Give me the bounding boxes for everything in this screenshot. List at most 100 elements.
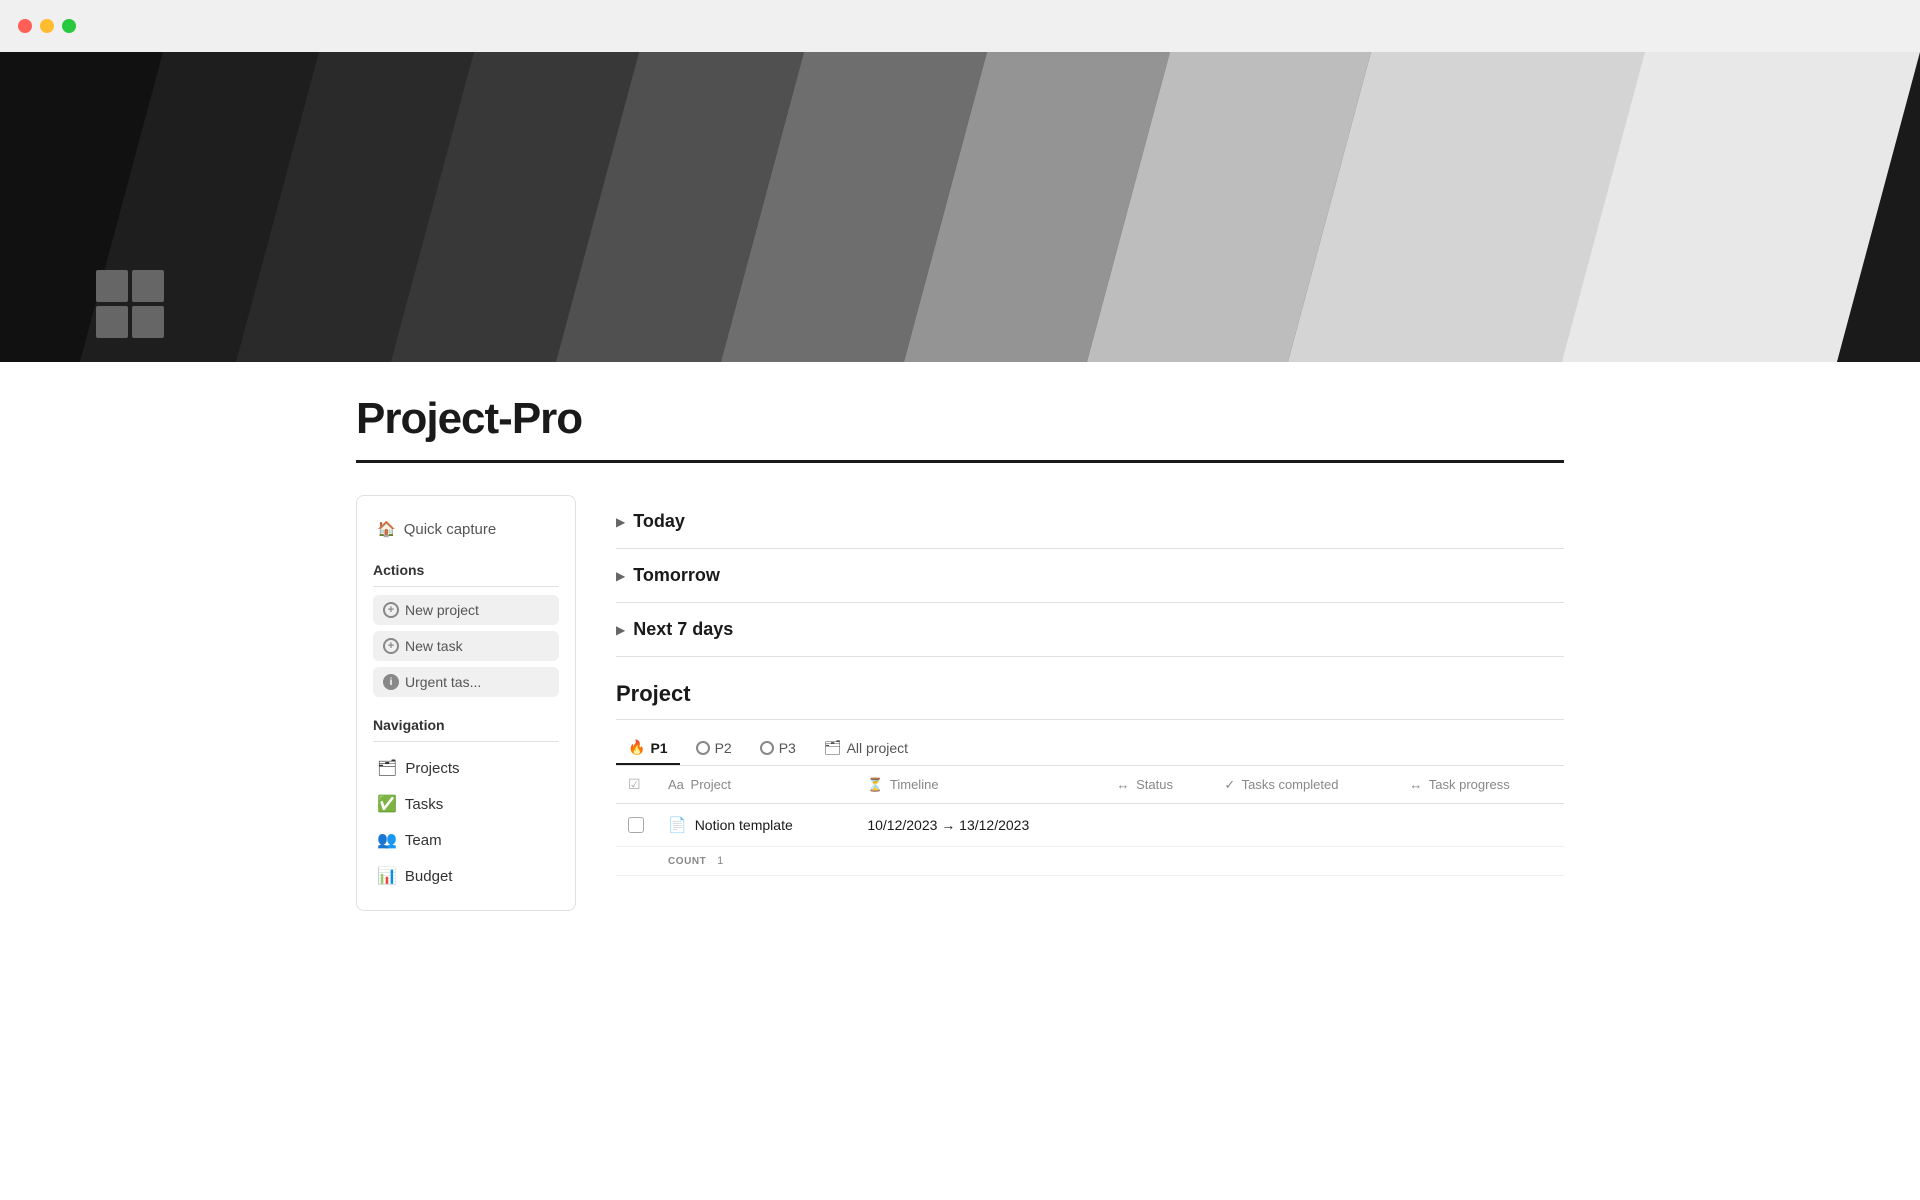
- info-icon: i: [383, 674, 399, 690]
- new-task-label: New task: [405, 638, 463, 654]
- table-header: ☑ Aa Project ⏳ Timeline ↔: [616, 766, 1564, 804]
- page-content: Project-Pro 🏠 Quick capture Actions + Ne…: [260, 362, 1660, 911]
- header-checkbox-icon: ☑: [628, 776, 641, 792]
- today-label: Today: [633, 511, 685, 532]
- tomorrow-toggle-arrow: ▶: [616, 569, 625, 583]
- th-tasks-completed[interactable]: ✓ Tasks completed: [1212, 766, 1397, 804]
- sidebar-item-projects-label: Projects: [405, 760, 459, 777]
- team-icon: 👥: [377, 830, 397, 850]
- th-timeline-label: Timeline: [890, 777, 939, 792]
- tasks-completed-col-icon: ✓: [1224, 777, 1235, 792]
- tab-p2[interactable]: P2: [684, 733, 744, 765]
- count-value: 1: [717, 855, 724, 867]
- th-task-progress[interactable]: ↔ Task progress: [1397, 766, 1564, 804]
- titlebar: [0, 0, 1920, 52]
- th-timeline[interactable]: ⏳ Timeline: [855, 766, 1104, 804]
- sidebar-item-budget[interactable]: 📊 Budget: [373, 858, 559, 894]
- project-col-icon: Aa: [668, 777, 684, 792]
- th-project[interactable]: Aa Project: [656, 766, 855, 804]
- th-project-label: Project: [691, 777, 731, 792]
- tab-all-project[interactable]: 🗂 All project: [812, 732, 920, 765]
- tab-p1-label: P1: [650, 740, 667, 756]
- sidebar-item-tasks[interactable]: ✅ Tasks: [373, 786, 559, 822]
- sidebar: 🏠 Quick capture Actions + New project + …: [356, 495, 576, 911]
- close-button[interactable]: [18, 19, 32, 33]
- row-status-cell: [1104, 804, 1212, 847]
- today-toggle-arrow: ▶: [616, 515, 625, 529]
- th-task-progress-label: Task progress: [1429, 777, 1510, 792]
- new-project-button[interactable]: + New project: [373, 595, 559, 625]
- page-title: Project-Pro: [356, 362, 1564, 460]
- tasks-icon: ✅: [377, 794, 397, 814]
- doc-icon: 📄: [668, 816, 687, 834]
- tomorrow-label: Tomorrow: [633, 565, 720, 586]
- row-checkbox-cell[interactable]: [616, 804, 656, 847]
- row-timeline-cell: 10/12/2023 → 13/12/2023: [855, 804, 1104, 847]
- p2-circle-icon: [696, 741, 710, 755]
- new-project-label: New project: [405, 602, 479, 618]
- tab-p3[interactable]: P3: [748, 733, 808, 765]
- status-col-icon: ↔: [1116, 777, 1129, 792]
- tab-p3-label: P3: [779, 740, 796, 756]
- next7days-toggle-arrow: ▶: [616, 623, 625, 637]
- project-table: ☑ Aa Project ⏳ Timeline ↔: [616, 766, 1564, 876]
- project-section: Project 🔥 P1 P2 P3: [616, 681, 1564, 876]
- count-label: COUNT: [668, 856, 706, 867]
- sidebar-item-team[interactable]: 👥 Team: [373, 822, 559, 858]
- count-empty: [616, 847, 656, 876]
- row-project-cell[interactable]: 📄 Notion template: [656, 804, 855, 847]
- quick-capture-item[interactable]: 🏠 Quick capture: [373, 512, 559, 546]
- icon-square-4: [132, 306, 164, 338]
- quick-capture-label: Quick capture: [404, 521, 497, 538]
- next7days-label: Next 7 days: [633, 619, 733, 640]
- tab-p1[interactable]: 🔥 P1: [616, 732, 680, 765]
- new-task-button[interactable]: + New task: [373, 631, 559, 661]
- sidebar-item-projects[interactable]: 🗂 Projects: [373, 750, 559, 786]
- plus-icon-1: +: [383, 602, 399, 618]
- table-body: 📄 Notion template 10/12/2023 → 13/12/202…: [616, 804, 1564, 876]
- home-icon: 🏠: [377, 520, 396, 538]
- next7days-section[interactable]: ▶ Next 7 days: [616, 603, 1564, 657]
- project-name-container: 📄 Notion template: [668, 816, 843, 834]
- count-cell: COUNT 1: [656, 847, 855, 876]
- icon-square-2: [132, 270, 164, 302]
- hero-stripes: [0, 52, 1920, 362]
- p1-fire-icon: 🔥: [628, 739, 645, 756]
- task-progress-col-icon: ↔: [1409, 777, 1422, 792]
- main-area: ▶ Today ▶ Tomorrow ▶ Next 7 days Project…: [616, 495, 1564, 876]
- row-task-progress-cell: [1397, 804, 1564, 847]
- budget-icon: 📊: [377, 866, 397, 886]
- page-divider: [356, 460, 1564, 463]
- urgent-task-label: Urgent tas...: [405, 674, 481, 690]
- tab-all-project-label: All project: [847, 740, 908, 756]
- row-tasks-completed-cell: [1212, 804, 1397, 847]
- timeline-col-icon: ⏳: [867, 777, 883, 792]
- main-layout: 🏠 Quick capture Actions + New project + …: [356, 495, 1564, 911]
- sidebar-item-team-label: Team: [405, 832, 442, 849]
- plus-icon-2: +: [383, 638, 399, 654]
- th-tasks-completed-label: Tasks completed: [1242, 777, 1339, 792]
- urgent-task-button[interactable]: i Urgent tas...: [373, 667, 559, 697]
- project-name: Notion template: [695, 817, 793, 833]
- count-row: COUNT 1: [616, 847, 1564, 876]
- table-row: 📄 Notion template 10/12/2023 → 13/12/202…: [616, 804, 1564, 847]
- p3-circle-icon: [760, 741, 774, 755]
- icon-square-3: [96, 306, 128, 338]
- th-status[interactable]: ↔ Status: [1104, 766, 1212, 804]
- today-section[interactable]: ▶ Today: [616, 495, 1564, 549]
- project-tabs: 🔥 P1 P2 P3 🗂 All project: [616, 720, 1564, 766]
- maximize-button[interactable]: [62, 19, 76, 33]
- th-status-label: Status: [1136, 777, 1173, 792]
- hero-banner: [0, 52, 1920, 362]
- th-checkbox: ☑: [616, 766, 656, 804]
- projects-icon: 🗂: [377, 758, 397, 778]
- navigation-section-title: Navigation: [373, 717, 559, 742]
- all-project-folder-icon: 🗂: [824, 739, 842, 756]
- sidebar-item-budget-label: Budget: [405, 868, 453, 885]
- page-icon: [96, 270, 164, 338]
- minimize-button[interactable]: [40, 19, 54, 33]
- row-checkbox[interactable]: [628, 817, 644, 833]
- icon-square-1: [96, 270, 128, 302]
- project-heading: Project: [616, 681, 1564, 720]
- tomorrow-section[interactable]: ▶ Tomorrow: [616, 549, 1564, 603]
